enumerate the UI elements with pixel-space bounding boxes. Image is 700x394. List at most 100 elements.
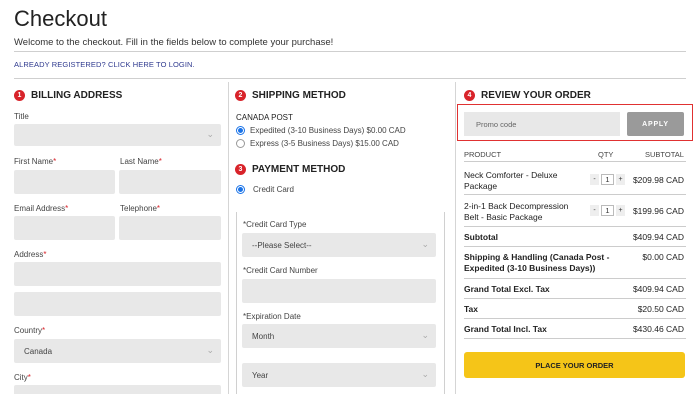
month-value: Month xyxy=(252,332,275,341)
city-label-text: City xyxy=(14,373,28,382)
city-field[interactable] xyxy=(14,385,221,394)
expiration-label: *Expiration Date xyxy=(243,312,301,321)
email-field[interactable] xyxy=(14,216,115,240)
title-label: Title xyxy=(14,112,29,121)
row-divider xyxy=(464,278,686,279)
item-name-line: Package xyxy=(464,181,498,191)
last-name-label-text: Last Name xyxy=(120,157,159,166)
expiration-month-select[interactable]: Month ⌄ xyxy=(242,324,436,348)
item-name-line: 2-in-1 Back Decompression xyxy=(464,201,569,211)
minus-button[interactable]: - xyxy=(590,205,599,216)
subtotal-value: $409.94 CAD xyxy=(632,232,684,242)
city-label: City* xyxy=(14,373,31,382)
expiration-label-text: Expiration Date xyxy=(246,312,301,321)
divider xyxy=(14,51,686,52)
card-type-value: --Please Select-- xyxy=(252,241,312,250)
item-price: $209.98 CAD xyxy=(632,175,684,185)
tax-value: $20.50 CAD xyxy=(637,304,684,314)
item-name-line: Neck Comforter - Deluxe xyxy=(464,170,558,180)
title-select[interactable]: ⌄ xyxy=(14,124,221,146)
row-divider xyxy=(464,161,686,162)
shipping-heading: 2 SHIPPING METHOD xyxy=(235,90,346,101)
plus-button[interactable]: + xyxy=(616,205,625,216)
shipping-option-label: Expedited (3-10 Business Days) $0.00 CAD xyxy=(250,126,406,135)
card-number-field[interactable] xyxy=(242,279,436,303)
required-mark: * xyxy=(27,373,31,382)
payment-heading-label: PAYMENT METHOD xyxy=(252,164,346,175)
card-number-label: *Credit Card Number xyxy=(243,266,318,275)
required-mark: * xyxy=(156,204,161,213)
email-label-text: Email Address xyxy=(14,204,66,213)
shipping-heading-label: SHIPPING METHOD xyxy=(252,90,346,101)
promo-code-input[interactable]: Promo code xyxy=(464,112,620,136)
card-type-select[interactable]: --Please Select-- ⌄ xyxy=(242,233,436,257)
review-heading-label: REVIEW YOUR ORDER xyxy=(481,90,591,101)
email-label: Email Address* xyxy=(14,204,68,213)
first-name-label: First Name* xyxy=(14,157,56,166)
item-name: 2-in-1 Back Decompression Belt - Basic P… xyxy=(464,201,568,223)
address-label-text: Address xyxy=(14,250,44,259)
address-line2-field[interactable] xyxy=(14,292,221,316)
billing-heading-label: BILLING ADDRESS xyxy=(31,90,123,101)
step-badge: 3 xyxy=(235,164,246,175)
shipping-label-line: Expedited (3-10 Business Days)) xyxy=(464,263,596,273)
subtotal-label: Subtotal xyxy=(464,232,498,242)
item-name: Neck Comforter - Deluxe Package xyxy=(464,170,558,192)
row-divider xyxy=(464,246,686,247)
telephone-label-text: Telephone xyxy=(120,204,157,213)
step-badge: 1 xyxy=(14,90,25,101)
quantity-value[interactable]: 1 xyxy=(601,174,614,185)
login-link[interactable]: ALREADY REGISTERED? CLICK HERE TO LOGIN. xyxy=(14,60,195,69)
shipping-label: Shipping & Handling (Canada Post - Exped… xyxy=(464,252,609,274)
required-mark: * xyxy=(42,326,46,335)
quantity-stepper[interactable]: - 1 + xyxy=(590,174,625,185)
plus-button[interactable]: + xyxy=(616,174,625,185)
grand-total-excl-label: Grand Total Excl. Tax xyxy=(464,284,550,294)
chevron-down-icon: ⌄ xyxy=(206,345,214,355)
shipping-value: $0.00 CAD xyxy=(642,252,684,262)
col-product: PRODUCT xyxy=(464,150,502,159)
step-badge: 4 xyxy=(464,90,475,101)
card-type-label-text: Credit Card Type xyxy=(246,220,307,229)
required-mark: * xyxy=(158,157,162,166)
required-mark: * xyxy=(65,204,69,213)
telephone-field[interactable] xyxy=(119,216,221,240)
radio-selected-icon[interactable] xyxy=(236,126,245,135)
grand-total-incl-value: $430.46 CAD xyxy=(632,324,684,334)
welcome-text: Welcome to the checkout. Fill in the fie… xyxy=(14,37,334,48)
required-mark: * xyxy=(43,250,47,259)
chevron-down-icon: ⌄ xyxy=(421,239,429,249)
address-line1-field[interactable] xyxy=(14,262,221,286)
country-select[interactable]: Canada ⌄ xyxy=(14,339,221,363)
minus-button[interactable]: - xyxy=(590,174,599,185)
first-name-label-text: First Name xyxy=(14,157,54,166)
quantity-stepper[interactable]: - 1 + xyxy=(590,205,625,216)
expiration-year-select[interactable]: Year ⌄ xyxy=(242,363,436,387)
col-qty: QTY xyxy=(598,150,614,159)
chevron-down-icon: ⌄ xyxy=(206,129,214,139)
row-divider xyxy=(464,194,686,195)
place-order-button[interactable]: PLACE YOUR ORDER xyxy=(464,352,685,378)
billing-heading: 1 BILLING ADDRESS xyxy=(14,90,122,101)
column-divider xyxy=(228,82,229,394)
card-type-label: *Credit Card Type xyxy=(243,220,306,229)
carrier-label: CANADA POST xyxy=(236,113,293,122)
apply-button[interactable]: APPLY xyxy=(627,112,684,136)
required-mark: * xyxy=(53,157,57,166)
country-value: Canada xyxy=(24,347,53,356)
payment-option-credit-card[interactable]: Credit Card xyxy=(236,185,294,194)
last-name-label: Last Name* xyxy=(120,157,162,166)
radio-selected-icon[interactable] xyxy=(236,185,245,194)
last-name-field[interactable] xyxy=(119,170,221,194)
first-name-field[interactable] xyxy=(14,170,115,194)
grand-total-incl-label: Grand Total Incl. Tax xyxy=(464,324,547,334)
tax-label: Tax xyxy=(464,304,479,314)
radio-icon[interactable] xyxy=(236,139,245,148)
quantity-value[interactable]: 1 xyxy=(601,205,614,216)
shipping-option-express[interactable]: Express (3-5 Business Days) $15.00 CAD xyxy=(236,139,399,148)
row-divider xyxy=(464,226,686,227)
item-name-line: Belt - Basic Package xyxy=(464,212,543,222)
telephone-label: Telephone* xyxy=(120,204,160,213)
address-label: Address* xyxy=(14,250,46,259)
shipping-option-expedited[interactable]: Expedited (3-10 Business Days) $0.00 CAD xyxy=(236,126,406,135)
